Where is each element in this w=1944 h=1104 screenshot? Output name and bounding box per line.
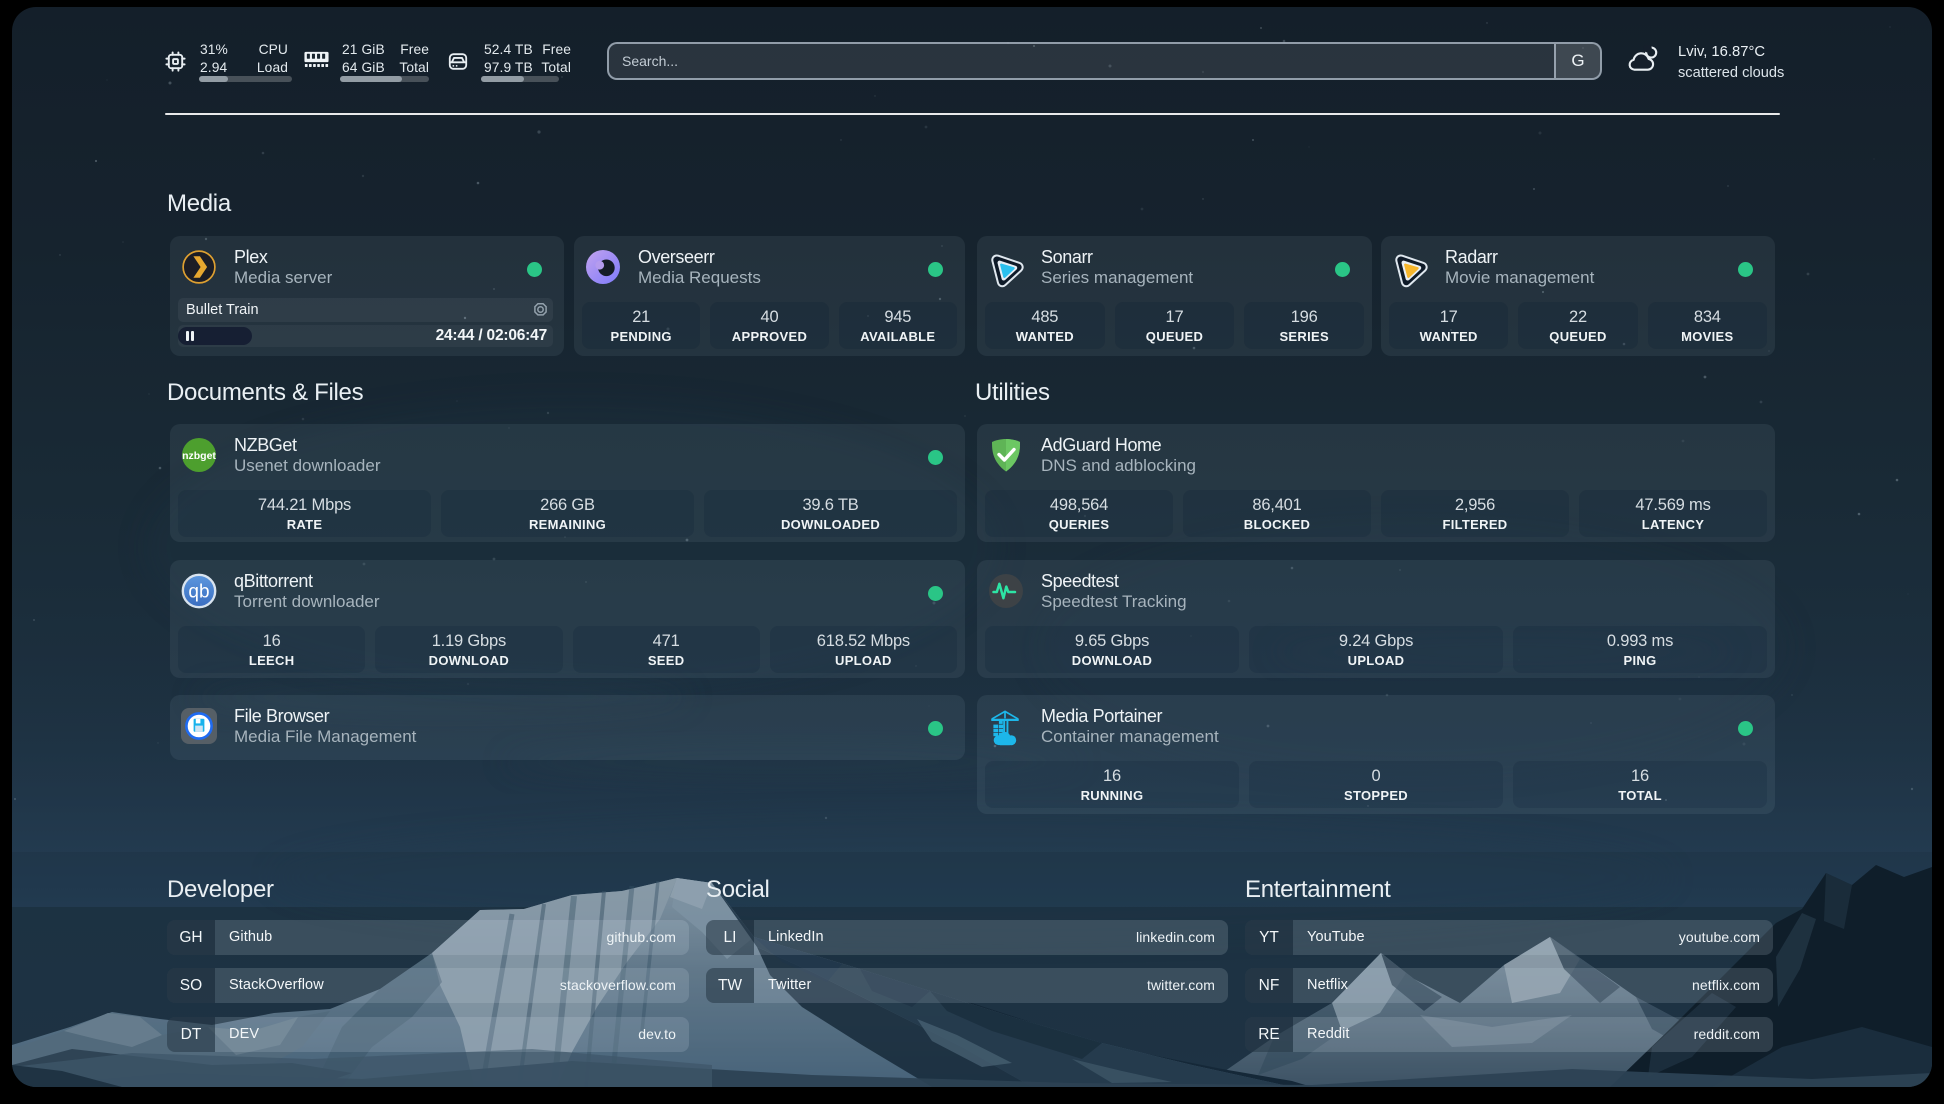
svg-text:nzbget: nzbget <box>182 450 216 462</box>
svg-text:qb: qb <box>188 582 209 603</box>
